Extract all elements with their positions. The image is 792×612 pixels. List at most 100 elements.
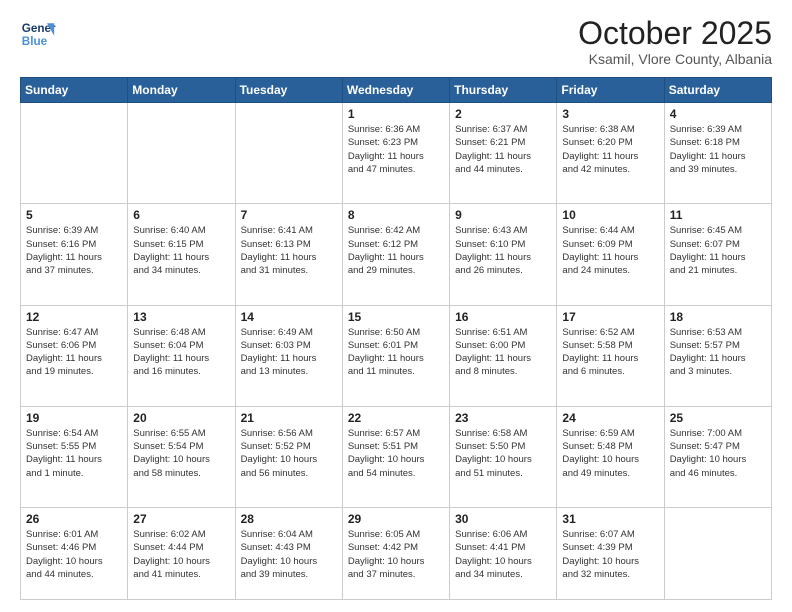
day-number: 3 (562, 107, 658, 121)
day-number: 16 (455, 310, 551, 324)
day-info: Sunrise: 6:51 AM Sunset: 6:00 PM Dayligh… (455, 326, 551, 379)
calendar-cell: 31 Sunrise: 6:07 AM Sunset: 4:39 PM Dayli… (557, 507, 664, 599)
day-info: Sunrise: 6:56 AM Sunset: 5:52 PM Dayligh… (241, 427, 337, 480)
day-info: Sunrise: 6:41 AM Sunset: 6:13 PM Dayligh… (241, 224, 337, 277)
calendar-cell: 3 Sunrise: 6:38 AM Sunset: 6:20 PM Daylig… (557, 103, 664, 204)
day-number: 24 (562, 411, 658, 425)
day-number: 19 (26, 411, 122, 425)
day-number: 25 (670, 411, 766, 425)
col-friday: Friday (557, 78, 664, 103)
calendar-cell: 14 Sunrise: 6:49 AM Sunset: 6:03 PM Dayli… (235, 305, 342, 406)
day-number: 22 (348, 411, 444, 425)
day-number: 14 (241, 310, 337, 324)
day-number: 31 (562, 512, 658, 526)
logo-icon: General Blue (20, 16, 56, 52)
day-number: 13 (133, 310, 229, 324)
day-number: 15 (348, 310, 444, 324)
week-row-2: 5 Sunrise: 6:39 AM Sunset: 6:16 PM Daylig… (21, 204, 772, 305)
day-info: Sunrise: 6:43 AM Sunset: 6:10 PM Dayligh… (455, 224, 551, 277)
calendar-cell: 23 Sunrise: 6:58 AM Sunset: 5:50 PM Dayli… (450, 406, 557, 507)
col-wednesday: Wednesday (342, 78, 449, 103)
calendar-cell: 30Sunrise: 6:06 AM Sunset: 4:41 PM Dayli… (450, 507, 557, 599)
calendar-cell: 18 Sunrise: 6:53 AM Sunset: 5:57 PM Dayli… (664, 305, 771, 406)
day-info: Sunrise: 6:39 AM Sunset: 6:18 PM Dayligh… (670, 123, 766, 176)
day-info: Sunrise: 6:53 AM Sunset: 5:57 PM Dayligh… (670, 326, 766, 379)
calendar-cell: 26 Sunrise: 6:01 AM Sunset: 4:46 PM Dayli… (21, 507, 128, 599)
day-number: 8 (348, 208, 444, 222)
day-number: 12 (26, 310, 122, 324)
day-info: Sunrise: 6:52 AM Sunset: 5:58 PM Dayligh… (562, 326, 658, 379)
calendar-cell: 5 Sunrise: 6:39 AM Sunset: 6:16 PM Daylig… (21, 204, 128, 305)
calendar-cell: 4 Sunrise: 6:39 AM Sunset: 6:18 PM Daylig… (664, 103, 771, 204)
day-number: 29 (348, 512, 444, 526)
col-thursday: Thursday (450, 78, 557, 103)
week-row-5: 26 Sunrise: 6:01 AM Sunset: 4:46 PM Dayli… (21, 507, 772, 599)
day-info: Sunrise: 6:07 AM Sunset: 4:39 PM Dayligh… (562, 528, 658, 581)
calendar-cell: 9 Sunrise: 6:43 AM Sunset: 6:10 PM Daylig… (450, 204, 557, 305)
day-number: 26 (26, 512, 122, 526)
day-number: 30 (455, 512, 551, 526)
month-title: October 2025 (578, 16, 772, 51)
day-number: 10 (562, 208, 658, 222)
day-number: 9 (455, 208, 551, 222)
day-number: 11 (670, 208, 766, 222)
col-sunday: Sunday (21, 78, 128, 103)
day-info: Sunrise: 6:36 AM Sunset: 6:23 PM Dayligh… (348, 123, 444, 176)
calendar-cell (21, 103, 128, 204)
day-number: 4 (670, 107, 766, 121)
header: General Blue October 2025 Ksamil, Vlore … (20, 16, 772, 67)
week-row-4: 19 Sunrise: 6:54 AM Sunset: 5:55 PM Dayli… (21, 406, 772, 507)
calendar-cell (664, 507, 771, 599)
calendar-cell: 1 Sunrise: 6:36 AM Sunset: 6:23 PM Daylig… (342, 103, 449, 204)
calendar-cell: 6Sunrise: 6:40 AM Sunset: 6:15 PM Daylig… (128, 204, 235, 305)
calendar-cell: 16 Sunrise: 6:51 AM Sunset: 6:00 PM Dayli… (450, 305, 557, 406)
calendar-cell: 21 Sunrise: 6:56 AM Sunset: 5:52 PM Dayli… (235, 406, 342, 507)
col-tuesday: Tuesday (235, 78, 342, 103)
day-number: 1 (348, 107, 444, 121)
day-info: Sunrise: 6:59 AM Sunset: 5:48 PM Dayligh… (562, 427, 658, 480)
day-number: 7 (241, 208, 337, 222)
week-row-1: 1 Sunrise: 6:36 AM Sunset: 6:23 PM Daylig… (21, 103, 772, 204)
day-info: Sunrise: 6:38 AM Sunset: 6:20 PM Dayligh… (562, 123, 658, 176)
day-info: Sunrise: 6:49 AM Sunset: 6:03 PM Dayligh… (241, 326, 337, 379)
day-number: 27 (133, 512, 229, 526)
calendar-cell: 29 Sunrise: 6:05 AM Sunset: 4:42 PM Dayli… (342, 507, 449, 599)
day-info: Sunrise: 6:58 AM Sunset: 5:50 PM Dayligh… (455, 427, 551, 480)
day-info: Sunrise: 6:05 AM Sunset: 4:42 PM Dayligh… (348, 528, 444, 581)
day-info: Sunrise: 6:44 AM Sunset: 6:09 PM Dayligh… (562, 224, 658, 277)
day-info: Sunrise: 6:04 AM Sunset: 4:43 PM Dayligh… (241, 528, 337, 581)
day-number: 18 (670, 310, 766, 324)
col-saturday: Saturday (664, 78, 771, 103)
day-number: 17 (562, 310, 658, 324)
calendar-table: Sunday Monday Tuesday Wednesday Thursday… (20, 77, 772, 600)
day-info: Sunrise: 6:50 AM Sunset: 6:01 PM Dayligh… (348, 326, 444, 379)
day-info: Sunrise: 7:00 AM Sunset: 5:47 PM Dayligh… (670, 427, 766, 480)
svg-text:Blue: Blue (22, 35, 48, 48)
day-info: Sunrise: 6:42 AM Sunset: 6:12 PM Dayligh… (348, 224, 444, 277)
day-info: Sunrise: 6:54 AM Sunset: 5:55 PM Dayligh… (26, 427, 122, 480)
day-number: 21 (241, 411, 337, 425)
header-row: Sunday Monday Tuesday Wednesday Thursday… (21, 78, 772, 103)
calendar-cell: 17 Sunrise: 6:52 AM Sunset: 5:58 PM Dayli… (557, 305, 664, 406)
location: Ksamil, Vlore County, Albania (578, 51, 772, 67)
day-info: Sunrise: 6:37 AM Sunset: 6:21 PM Dayligh… (455, 123, 551, 176)
day-info: Sunrise: 6:39 AM Sunset: 6:16 PM Dayligh… (26, 224, 122, 277)
calendar-cell (128, 103, 235, 204)
col-monday: Monday (128, 78, 235, 103)
day-info: Sunrise: 6:01 AM Sunset: 4:46 PM Dayligh… (26, 528, 122, 581)
day-number: 23 (455, 411, 551, 425)
day-number: 20 (133, 411, 229, 425)
calendar-cell: 7 Sunrise: 6:41 AM Sunset: 6:13 PM Daylig… (235, 204, 342, 305)
calendar-cell: 27Sunrise: 6:02 AM Sunset: 4:44 PM Dayli… (128, 507, 235, 599)
page: General Blue October 2025 Ksamil, Vlore … (0, 0, 792, 612)
calendar-cell (235, 103, 342, 204)
day-info: Sunrise: 6:55 AM Sunset: 5:54 PM Dayligh… (133, 427, 229, 480)
calendar-cell: 10 Sunrise: 6:44 AM Sunset: 6:09 PM Dayli… (557, 204, 664, 305)
calendar-cell: 28Sunrise: 6:04 AM Sunset: 4:43 PM Dayli… (235, 507, 342, 599)
day-info: Sunrise: 6:48 AM Sunset: 6:04 PM Dayligh… (133, 326, 229, 379)
calendar-cell: 11Sunrise: 6:45 AM Sunset: 6:07 PM Dayli… (664, 204, 771, 305)
logo: General Blue (20, 16, 56, 52)
calendar-cell: 22Sunrise: 6:57 AM Sunset: 5:51 PM Dayli… (342, 406, 449, 507)
day-number: 5 (26, 208, 122, 222)
week-row-3: 12Sunrise: 6:47 AM Sunset: 6:06 PM Dayli… (21, 305, 772, 406)
